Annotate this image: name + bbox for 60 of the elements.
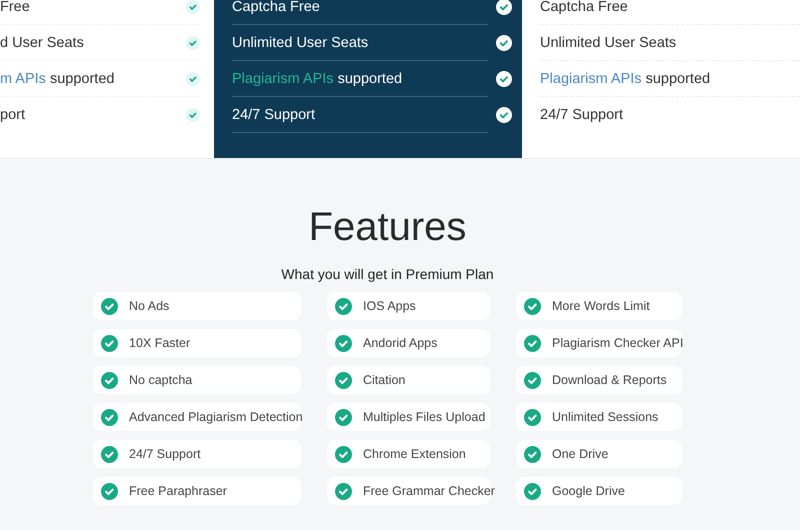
- plan-feature: Plagiarism APIs supported: [540, 70, 710, 86]
- plan-feature: Captcha Free: [540, 0, 628, 14]
- check-icon: [524, 334, 541, 352]
- plan-feature: Unlimited User Seats: [232, 34, 368, 50]
- plan-feature: Unlimited User Seats: [540, 34, 676, 50]
- check-icon: [101, 334, 118, 352]
- feature-label: Download & Reports: [552, 373, 667, 387]
- check-icon: [496, 35, 512, 51]
- plan-feature: Free: [0, 0, 30, 14]
- check-icon: [335, 372, 352, 388]
- plan-feature: m APIs supported: [0, 70, 114, 86]
- feature-label: No Ads: [129, 299, 170, 313]
- plan-feature: Captcha Free: [232, 0, 320, 14]
- check-icon: [524, 372, 541, 388]
- check-icon: [335, 408, 352, 426]
- check-icon: [335, 482, 352, 500]
- feature-label: Free Paraphraser: [129, 484, 227, 498]
- check-icon: [496, 0, 512, 15]
- plan-feature: Plagiarism APIs supported: [232, 70, 402, 86]
- features-subtitle: What you will get in Premium Plan: [281, 266, 494, 282]
- feature-label: Plagiarism Checker API: [552, 336, 684, 350]
- check-icon: [101, 298, 118, 314]
- feature-label: 10X Faster: [129, 336, 190, 350]
- check-icon: [524, 482, 541, 500]
- check-icon: [101, 408, 118, 426]
- plan-feature: d User Seats: [0, 34, 84, 50]
- feature-label: Andorid Apps: [363, 336, 438, 350]
- feature-label: One Drive: [552, 447, 608, 461]
- feature-link[interactable]: Plagiarism APIs: [540, 70, 642, 86]
- feature-label: IOS Apps: [363, 299, 416, 313]
- check-icon: [186, 108, 200, 122]
- check-icon: [186, 36, 200, 50]
- plan-feature: 24/7 Support: [540, 107, 624, 123]
- check-icon: [524, 298, 541, 314]
- feature-label: Multiples Files Upload: [363, 410, 486, 424]
- feature-label: Advanced Plagiarism Detection: [129, 410, 303, 424]
- check-icon: [101, 372, 118, 388]
- feature-label: Citation: [363, 373, 406, 387]
- feature-link[interactable]: Plagiarism APIs: [232, 70, 334, 86]
- features-title: Features: [308, 205, 466, 250]
- check-icon: [186, 72, 200, 86]
- feature-label: Unlimited Sessions: [552, 410, 658, 424]
- check-icon: [524, 408, 541, 426]
- feature-label: Google Drive: [552, 484, 625, 498]
- feature-label: No captcha: [129, 373, 192, 387]
- feature-link[interactable]: m APIs: [0, 70, 46, 86]
- check-icon: [101, 446, 118, 462]
- check-icon: [496, 71, 512, 87]
- check-icon: [524, 446, 541, 462]
- feature-label: 24/7 Support: [129, 447, 201, 461]
- check-icon: [496, 107, 512, 123]
- feature-label: Free Grammar Checker: [363, 484, 495, 498]
- feature-label: Chrome Extension: [363, 447, 466, 461]
- check-icon: [335, 446, 352, 462]
- check-icon: [335, 298, 352, 314]
- feature-label: More Words Limit: [552, 299, 650, 313]
- check-icon: [335, 334, 352, 352]
- plan-feature: 24/7 Support: [232, 106, 316, 122]
- plan-feature: port: [0, 107, 25, 123]
- check-icon: [101, 482, 118, 500]
